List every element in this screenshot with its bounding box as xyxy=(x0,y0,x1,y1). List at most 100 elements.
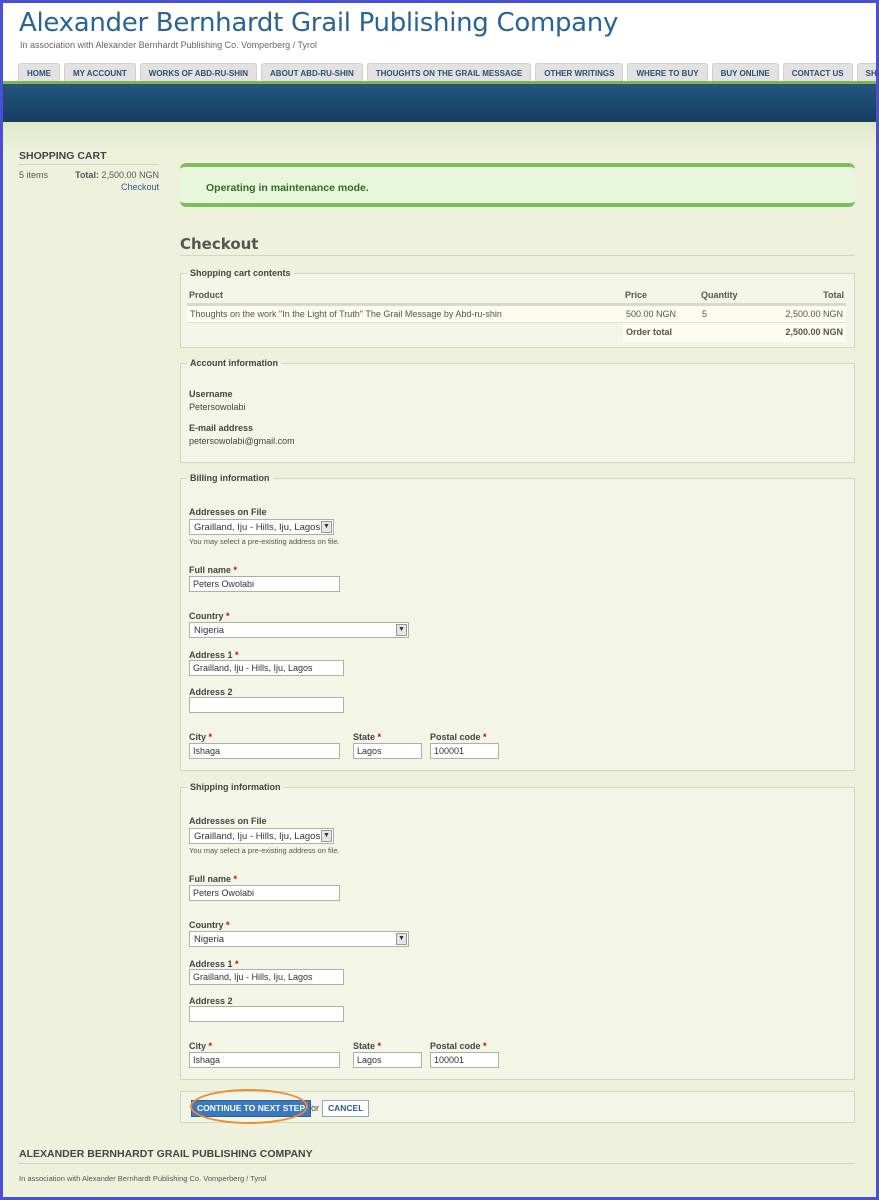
billing-fullname-label: Full name * xyxy=(189,565,238,575)
shipping-country-label: Country * xyxy=(189,920,230,930)
nav-tab-about[interactable]: ABOUT ABD-RU-SHIN xyxy=(261,63,363,82)
nav-tab-home[interactable]: HOME xyxy=(18,63,60,82)
shipping-addresses-selected: Grailland, Iju - Hills, Iju, Lagos xyxy=(194,831,321,842)
billing-addresses-selected: Grailland, Iju - Hills, Iju, Lagos xyxy=(194,522,321,533)
username-value: Petersowolabi xyxy=(189,402,246,412)
email-label: E-mail address xyxy=(189,423,254,433)
shipping-address2-field[interactable] xyxy=(189,1006,344,1022)
billing-postal-label: Postal code * xyxy=(430,732,487,742)
header-banner xyxy=(3,84,876,122)
continue-button[interactable]: CONTINUE TO NEXT STEP xyxy=(191,1100,311,1117)
billing-city-label: City * xyxy=(189,732,213,742)
chevron-down-icon: ▼ xyxy=(396,933,407,945)
cart-summary: 5 items Total: 2,500.00 NGN xyxy=(19,170,159,180)
billing-country-select[interactable]: Nigeria ▼ xyxy=(189,622,409,638)
cart-contents-fieldset: Shopping cart contents Product Price Qua… xyxy=(180,268,855,348)
billing-address1-label: Address 1 * xyxy=(189,650,239,660)
cancel-button[interactable]: CANCEL xyxy=(322,1100,370,1117)
checkout-actions: CONTINUE TO NEXT STEP or CANCEL xyxy=(180,1089,855,1124)
row-price: 500.00 NGN xyxy=(623,304,699,323)
chevron-down-icon: ▼ xyxy=(321,830,332,842)
site-name[interactable]: Alexander Bernhardt Grail Publishing Com… xyxy=(19,8,618,38)
nav-tab-thoughts[interactable]: THOUGHTS ON THE GRAIL MESSAGE xyxy=(366,63,532,82)
billing-state-label: State * xyxy=(353,732,382,742)
order-total-value: 2,500.00 NGN xyxy=(759,322,846,342)
billing-info-legend: Billing information xyxy=(190,473,270,483)
shipping-addresses-select[interactable]: Grailland, Iju - Hills, Iju, Lagos ▼ xyxy=(189,828,334,844)
cart-checkout-link[interactable]: Checkout xyxy=(19,182,159,192)
nav-tab-works[interactable]: WORKS OF ABD-RU-SHIN xyxy=(139,63,258,82)
chevron-down-icon: ▼ xyxy=(321,521,332,533)
account-info-legend: Account information xyxy=(190,358,278,368)
cart-contents-legend: Shopping cart contents xyxy=(190,268,291,278)
status-message: Operating in maintenance mode. xyxy=(180,163,855,207)
billing-address1-field[interactable]: Grailland, Iju - Hills, Iju, Lagos xyxy=(189,660,344,676)
shipping-address2-label: Address 2 xyxy=(189,996,233,1006)
shipping-country-select[interactable]: Nigeria ▼ xyxy=(189,931,409,947)
col-price: Price xyxy=(623,288,699,306)
nav-tab-my-account[interactable]: MY ACCOUNT xyxy=(64,63,136,82)
shipping-addresses-help: You may select a pre-existing address on… xyxy=(189,846,340,855)
username-label: Username xyxy=(189,389,233,399)
page-title: Checkout xyxy=(180,235,855,256)
page-frame: Alexander Bernhardt Grail Publishing Com… xyxy=(0,0,879,1200)
billing-country-label: Country * xyxy=(189,611,230,621)
order-total-row: Order total 2,500.00 NGN xyxy=(187,322,846,342)
billing-addresses-help: You may select a pre-existing address on… xyxy=(189,537,340,546)
cart-total-value: 2,500.00 NGN xyxy=(101,170,159,180)
table-row: Thoughts on the work "In the Light of Tr… xyxy=(187,304,846,323)
footer-text: In association with Alexander Bernhardt … xyxy=(19,1174,267,1183)
shopping-cart-block: SHOPPING CART 5 items Total: 2,500.00 NG… xyxy=(19,150,159,192)
billing-postal-field[interactable]: 100001 xyxy=(430,743,499,759)
shipping-info-fieldset: Shipping information Addresses on File G… xyxy=(180,782,855,1080)
billing-addresses-select[interactable]: Grailland, Iju - Hills, Iju, Lagos ▼ xyxy=(189,519,334,535)
account-info-fieldset: Account information Username Petersowola… xyxy=(180,358,855,463)
cart-block-title: SHOPPING CART xyxy=(19,150,159,165)
cart-table-header: Product Price Quantity Total xyxy=(187,288,846,306)
cart-total-label: Total: xyxy=(75,170,99,180)
billing-addresses-label: Addresses on File xyxy=(189,507,267,517)
col-product: Product xyxy=(187,288,623,306)
shipping-fullname-label: Full name * xyxy=(189,874,238,884)
billing-city-field[interactable]: Ishaga xyxy=(189,743,340,759)
shipping-fullname-field[interactable]: Peters Owolabi xyxy=(189,885,340,901)
nav-tab-other-writings[interactable]: OTHER WRITINGS xyxy=(535,63,624,82)
main-nav: HOME MY ACCOUNT WORKS OF ABD-RU-SHIN ABO… xyxy=(18,63,876,82)
shipping-postal-field[interactable]: 100001 xyxy=(430,1052,499,1068)
or-text: or xyxy=(311,1103,320,1113)
cart-total: Total: 2,500.00 NGN xyxy=(75,170,159,180)
shipping-address1-label: Address 1 * xyxy=(189,959,239,969)
nav-tab-shipping[interactable]: SHIPPING xyxy=(856,63,876,82)
banner-fade xyxy=(3,122,876,152)
billing-fullname-field[interactable]: Peters Owolabi xyxy=(189,576,340,592)
site-footer: ALEXANDER BERNHARDT GRAIL PUBLISHING COM… xyxy=(19,1148,855,1183)
billing-info-fieldset: Billing information Addresses on File Gr… xyxy=(180,473,855,771)
shipping-city-field[interactable]: Ishaga xyxy=(189,1052,340,1068)
col-total: Total xyxy=(759,288,846,306)
shipping-state-label: State * xyxy=(353,1041,382,1051)
shipping-postal-label: Postal code * xyxy=(430,1041,487,1051)
billing-state-field[interactable]: Lagos xyxy=(353,743,422,759)
nav-tab-buy-online[interactable]: BUY ONLINE xyxy=(711,63,779,82)
shipping-state-field[interactable]: Lagos xyxy=(353,1052,422,1068)
site-header: Alexander Bernhardt Grail Publishing Com… xyxy=(3,3,876,85)
cart-table: Product Price Quantity Total Thoughts on… xyxy=(187,288,846,342)
row-quantity: 5 xyxy=(699,304,759,323)
site-slogan: In association with Alexander Bernhardt … xyxy=(20,40,317,50)
billing-address2-label: Address 2 xyxy=(189,687,233,697)
email-value: petersowolabi@gmail.com xyxy=(189,436,295,446)
order-total-label: Order total xyxy=(623,322,759,342)
billing-address2-field[interactable] xyxy=(189,697,344,713)
shipping-info-legend: Shipping information xyxy=(190,782,281,792)
shipping-city-label: City * xyxy=(189,1041,213,1051)
nav-tab-where-to-buy[interactable]: WHERE TO BUY xyxy=(627,63,708,82)
billing-country-selected: Nigeria xyxy=(194,625,225,636)
row-total: 2,500.00 NGN xyxy=(759,304,846,323)
footer-title: ALEXANDER BERNHARDT GRAIL PUBLISHING COM… xyxy=(19,1148,855,1164)
cart-items-count: 5 items xyxy=(19,170,49,180)
shipping-country-selected: Nigeria xyxy=(194,934,225,945)
shipping-addresses-label: Addresses on File xyxy=(189,816,267,826)
nav-tab-contact[interactable]: CONTACT US xyxy=(782,63,853,82)
col-quantity: Quantity xyxy=(699,288,759,306)
shipping-address1-field[interactable]: Grailland, Iju - Hills, Iju, Lagos xyxy=(189,969,344,985)
